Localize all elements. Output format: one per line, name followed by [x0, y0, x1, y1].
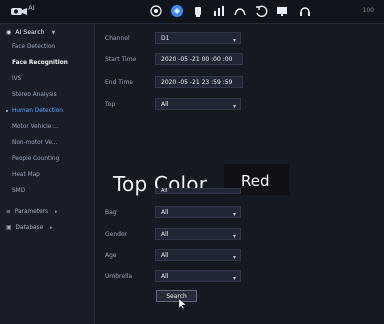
age-select[interactable]: All ▾ — [155, 249, 241, 261]
selected-dot-icon — [6, 110, 8, 112]
sidebar-item-smd[interactable]: SMD — [12, 184, 94, 198]
chevron-down-icon: ▾ — [232, 233, 236, 240]
active-ai-icon[interactable] — [169, 3, 185, 19]
channel-label: Channel — [105, 35, 130, 42]
top-color-value: Red — [241, 172, 270, 190]
chevron-down-icon: ▼ — [51, 30, 56, 36]
age-label: Age — [105, 252, 117, 259]
parameters-menu[interactable]: ≡ Parameters ▸ — [6, 209, 58, 215]
sidebar-item-face-detection[interactable]: Face Detection — [12, 40, 94, 54]
search-button[interactable]: Search — [156, 290, 197, 302]
status-indicator: 100 — [362, 7, 374, 14]
color-select-partial[interactable]: All — [155, 188, 241, 194]
list-icon: ≡ — [6, 209, 11, 215]
umbrella-label: Umbrella — [105, 273, 133, 280]
sidebar-item-heat-map[interactable]: Heat Map — [12, 168, 94, 182]
search-icon: ◉ — [6, 29, 12, 36]
mouse-pointer-icon — [179, 299, 187, 309]
sidebar-item-face-recognition[interactable]: Face Recognition — [12, 56, 94, 70]
sidebar-item-non-motor-vehicle[interactable]: Non-motor Ve... — [12, 136, 94, 150]
sidebar-item-people-counting[interactable]: People Counting — [12, 152, 94, 166]
sidebar-item-motor-vehicle[interactable]: Motor Vehicle ... — [12, 120, 94, 134]
sidebar: ◉ AI Search ▼ Face Detection Face Recognit… — [0, 24, 95, 324]
chevron-down-icon: ▾ — [232, 103, 236, 110]
chevron-right-icon: ▸ — [55, 209, 58, 215]
top-label: Top — [105, 101, 116, 108]
start-time-label: Start Time — [105, 56, 137, 63]
end-time-label: End Time — [105, 79, 133, 86]
camera-logo-icon — [11, 8, 27, 15]
top-toolbar: AI 100 — [0, 0, 384, 24]
chevron-down-icon: ▾ — [232, 211, 236, 218]
ai-search-screen: AI 100 ◉ AI Search ▼ Face Detection Face… — [0, 0, 384, 324]
chart-icon[interactable] — [211, 3, 227, 19]
database-menu[interactable]: ▣ Database ▸ — [6, 225, 53, 231]
start-time-input[interactable]: 2020 -05 -21 00 :00 :00 — [155, 53, 243, 65]
chevron-down-icon: ▾ — [232, 275, 236, 282]
top-title: AI — [28, 4, 35, 12]
channel-select[interactable]: D1 ▾ — [155, 32, 241, 44]
umbrella-select[interactable]: All ▾ — [155, 270, 241, 282]
end-time-input[interactable]: 2020 -05 -21 23 :59 :59 — [155, 76, 243, 88]
loop-icon[interactable] — [253, 3, 269, 19]
display-icon[interactable] — [274, 3, 290, 19]
sidebar-item-human-detection[interactable]: Human Detection — [6, 104, 94, 118]
sidebar-item-ivs[interactable]: IVS — [12, 72, 94, 86]
bag-select[interactable]: All ▾ — [155, 206, 241, 218]
chart-icon[interactable] — [232, 3, 248, 19]
bag-label: Bag — [105, 209, 117, 216]
headset-icon[interactable] — [297, 3, 313, 19]
database-icon: ▣ — [6, 225, 12, 231]
sidebar-item-stereo-analysis[interactable]: Stereo Analysis — [12, 88, 94, 102]
person-icon[interactable] — [190, 3, 206, 19]
ai-search-menu[interactable]: ◉ AI Search ▼ — [6, 29, 55, 36]
chevron-down-icon: ▾ — [232, 254, 236, 261]
target-icon[interactable] — [148, 3, 164, 19]
search-form: Channel D1 ▾ Start Time 2020 -05 -21 00 :… — [95, 24, 384, 324]
chevron-down-icon: ▾ — [232, 37, 236, 44]
top-select[interactable]: All ▾ — [155, 98, 241, 110]
gender-select[interactable]: All ▾ — [155, 228, 241, 240]
gender-label: Gender — [105, 231, 128, 238]
chevron-right-icon: ▸ — [50, 225, 53, 231]
